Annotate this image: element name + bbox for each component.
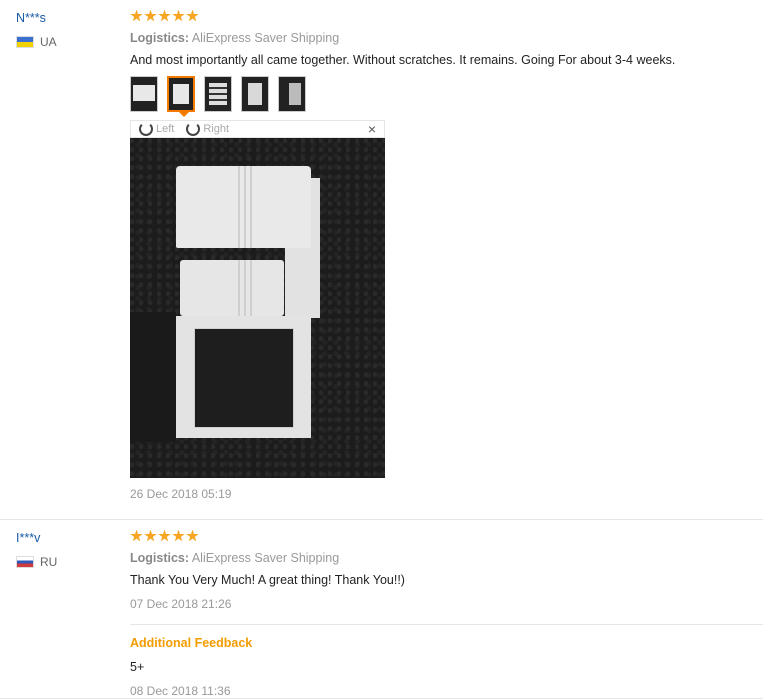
review-date: 07 Dec 2018 21:26	[130, 597, 232, 611]
rotate-left-label: Left	[156, 123, 175, 135]
star-icon	[158, 529, 171, 542]
logistics-label: Logistics:	[130, 31, 190, 45]
rotate-left-icon	[139, 122, 153, 136]
review-text: And most importantly all came together. …	[130, 53, 676, 67]
review-item: I***v RU Logistics: AliExpress Saver Shi…	[0, 520, 763, 700]
star-icon	[158, 9, 171, 22]
logistics-label: Logistics:	[130, 551, 190, 565]
star-icon	[172, 9, 185, 22]
rotate-left-button[interactable]: Left	[139, 122, 174, 136]
star-icon	[186, 9, 199, 22]
star-icon	[186, 529, 199, 542]
additional-feedback-date: 08 Dec 2018 11:36	[130, 684, 231, 698]
reviewer-country: RU	[16, 555, 116, 569]
country-code: UA	[40, 35, 57, 49]
logistics-value: AliExpress Saver Shipping	[191, 551, 340, 565]
photo-thumbnail[interactable]	[278, 76, 306, 112]
star-icon	[130, 9, 143, 22]
review-photo[interactable]	[130, 138, 385, 478]
rotate-right-icon	[186, 122, 201, 136]
flag-ru-icon	[16, 556, 34, 568]
logistics-info: Logistics: AliExpress Saver Shipping	[130, 30, 763, 46]
star-icon	[130, 529, 143, 542]
feedback-divider	[130, 624, 763, 625]
reviewer-country: UA	[16, 35, 116, 49]
review-text: Thank You Very Much! A great thing! Than…	[130, 573, 405, 587]
bottom-divider	[0, 698, 763, 699]
reviewer-info: I***v RU	[16, 530, 116, 569]
reviewer-name[interactable]: I***v	[16, 530, 116, 546]
photo-thumbnails	[130, 76, 763, 117]
flag-ua-icon	[16, 36, 34, 48]
logistics-info: Logistics: AliExpress Saver Shipping	[130, 550, 763, 566]
reviewer-info: N***s UA	[16, 10, 116, 49]
review-content: Logistics: AliExpress Saver Shipping Tha…	[130, 528, 763, 699]
rotate-right-label: Right	[203, 123, 230, 135]
photo-thumbnail[interactable]	[204, 76, 232, 112]
country-code: RU	[40, 555, 58, 569]
review-item: N***s UA Logistics: AliExpress Saver Shi…	[0, 0, 763, 520]
logistics-value: AliExpress Saver Shipping	[191, 31, 340, 45]
star-icon	[144, 9, 157, 22]
star-icon	[144, 529, 157, 542]
additional-feedback-title: Additional Feedback	[130, 636, 253, 650]
close-icon[interactable]: ×	[368, 121, 376, 137]
photo-thumbnail[interactable]	[130, 76, 158, 112]
star-rating	[130, 8, 763, 24]
star-icon	[172, 529, 185, 542]
photo-viewer-toolbar: Left Right ×	[130, 120, 385, 138]
rotate-right-button[interactable]: Right	[186, 122, 229, 136]
photo-thumbnail-selected[interactable]	[167, 76, 195, 117]
photo-thumbnail[interactable]	[241, 76, 269, 112]
review-date: 26 Dec 2018 05:19	[130, 487, 232, 501]
star-rating	[130, 528, 763, 544]
review-content: Logistics: AliExpress Saver Shipping And…	[130, 8, 763, 502]
reviewer-name[interactable]: N***s	[16, 10, 116, 26]
additional-feedback-text: 5+	[130, 660, 145, 674]
